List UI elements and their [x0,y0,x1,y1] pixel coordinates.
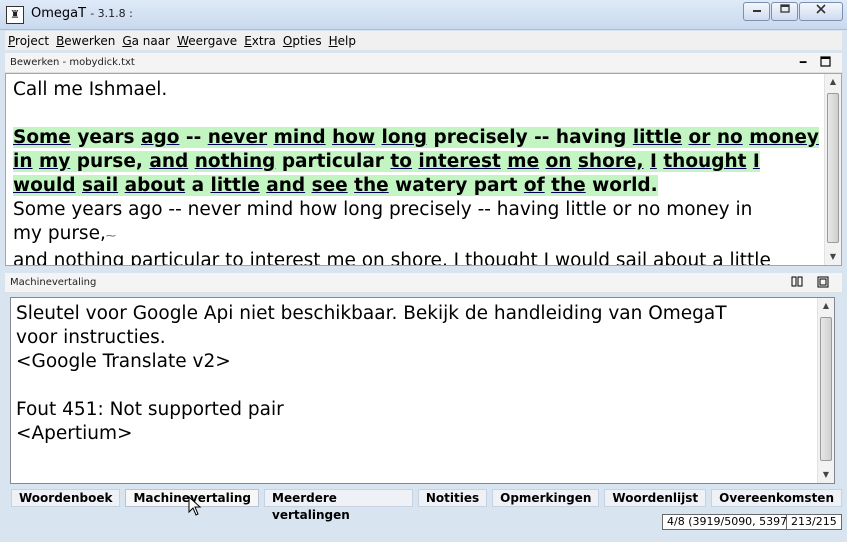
mt-output-area[interactable]: Sleutel voor Google Api niet beschikbaar… [10,297,835,484]
menu-item-opties[interactable]: Opties [280,34,326,48]
editor-pane-title: Bewerken - mobydick.txt [10,57,135,68]
tab-woordenlijst[interactable]: Woordenlijst [604,489,707,507]
tab-overeenkomsten[interactable]: Overeenkomsten [711,489,842,507]
window-controls [742,2,843,22]
pane-tab-bar: Woordenboek Machinevertaling Meerdere vert… [11,489,847,522]
menu-item-help[interactable]: Help [326,34,360,48]
dock-pane-icon[interactable] [790,276,804,290]
scroll-up-icon[interactable]: ▲ [818,298,834,314]
menu-item-project[interactable]: Project [5,34,53,48]
maximize-button[interactable] [771,2,798,21]
mt-pane-header: Machinevertaling [5,273,842,293]
menu-item-bewerken[interactable]: Bewerken [53,34,119,48]
mt-scrollbar[interactable]: ▲ ▼ [817,298,834,483]
menu-item-extra[interactable]: Extra [241,34,280,48]
window-title: OmegaT - 3.1.8 : [31,6,133,21]
segment-line-1[interactable]: Call me Ishmael. [13,78,823,102]
maximize-pane-icon[interactable] [818,56,832,70]
editor-pane[interactable]: Call me Ishmael. Some years ago -- never… [5,73,842,266]
close-icon [816,4,826,14]
target-segment[interactable]: Some years ago -- never mind how long pr… [13,198,823,266]
mt-scroll-thumb[interactable] [820,317,832,461]
target-line-1: Some years ago -- never mind how long pr… [13,199,753,220]
active-source-segment[interactable]: Some years ago -- never mind how long pr… [13,126,823,198]
target-line-2: my purse, [13,223,106,244]
segment-end-marker-icon: ⁓ [105,231,116,242]
tab-opmerkingen[interactable]: Opmerkingen [492,489,600,507]
tab-meerdere-vertalingen[interactable]: Meerdere vertalingen [264,489,413,522]
editor-pane-header: Bewerken - mobydick.txt ━ [5,53,842,73]
app-version: - 3.1.8 : [90,7,133,20]
title-bar: ♜ OmegaT - 3.1.8 : [0,0,847,30]
menu-item-weergave[interactable]: Weergave [174,34,241,48]
menu-bar: Project Bewerken Ga naar Weergave Extra Optie… [5,31,842,50]
target-line-3: and nothing particular to interest me on… [13,250,771,266]
editor-scrollbar[interactable]: ▲ ▼ [824,74,841,265]
editor-text[interactable]: Call me Ishmael. Some years ago -- never… [13,78,823,266]
menu-item-ga-naar[interactable]: Ga naar [119,34,174,48]
minimize-icon [752,10,761,12]
maximize-icon [779,4,790,13]
target-line-2-row: my purse,⁓ [13,222,823,249]
source-segment-text: Some years ago -- never mind how long pr… [13,127,819,196]
tab-woordenboek[interactable]: Woordenboek [11,489,121,507]
omegat-app-icon[interactable]: ♜ [6,6,24,24]
minimize-pane-icon[interactable]: ━ [796,56,810,70]
scroll-down-icon[interactable]: ▼ [818,467,834,483]
app-name: OmegaT [31,6,87,21]
mt-output-text[interactable]: Sleutel voor Google Api niet beschikbaar… [16,302,806,446]
mouse-cursor-icon [188,496,202,516]
scroll-down-icon[interactable]: ▼ [825,249,841,265]
progress-status: 4/8 (3919/5090, 5397) [662,514,797,530]
tab-notities[interactable]: Notities [417,489,488,507]
editor-scroll-thumb[interactable] [827,93,839,243]
mt-pane-title: Machinevertaling [10,277,97,288]
close-window-button[interactable] [799,2,843,21]
minimize-button[interactable] [743,2,770,21]
undock-pane-icon[interactable] [816,276,830,290]
char-count-status: 213/215 [786,514,842,530]
scroll-up-icon[interactable]: ▲ [825,74,841,90]
